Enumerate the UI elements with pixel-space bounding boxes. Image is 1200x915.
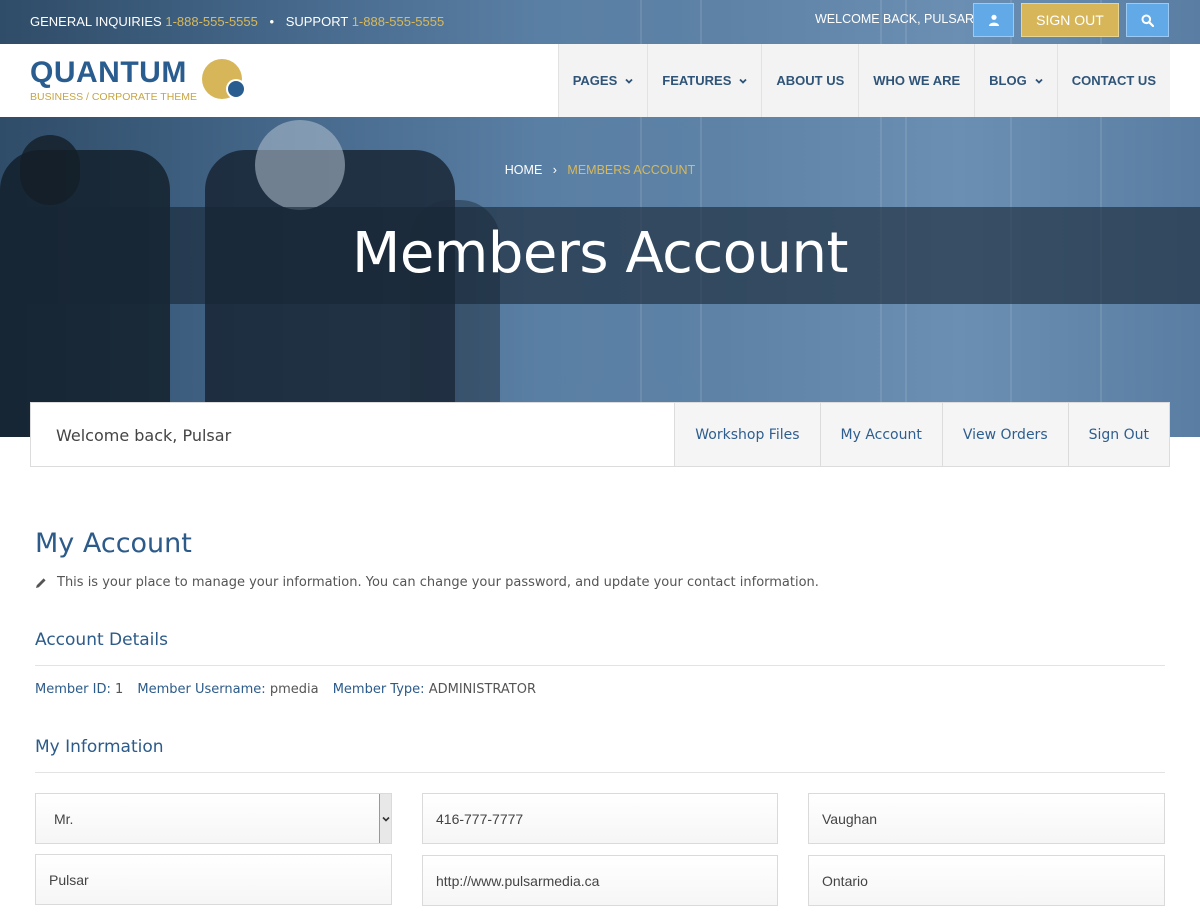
member-link-sign-out[interactable]: Sign Out — [1067, 403, 1169, 466]
chevron-down-icon — [1035, 78, 1043, 84]
breadcrumb-separator: › — [552, 163, 557, 177]
member-link-view-orders[interactable]: View Orders — [941, 403, 1068, 466]
page-title: My Account — [35, 528, 192, 559]
my-information-heading: My Information — [35, 737, 164, 757]
search-icon — [1141, 14, 1154, 27]
contact-info: GENERAL INQUIRIES 1-888-555-5555 • SUPPO… — [30, 14, 444, 29]
general-phone[interactable]: 1-888-555-5555 — [165, 14, 258, 29]
user-icon — [988, 14, 999, 26]
phone-field[interactable]: 416-777-7777 — [422, 793, 778, 844]
pencil-icon — [36, 577, 46, 588]
nav-item-blog[interactable]: BLOG — [974, 44, 1057, 117]
member-link-workshop-files[interactable]: Workshop Files — [674, 403, 820, 466]
member-id-label: Member ID: — [35, 682, 111, 697]
support-label: SUPPORT — [285, 14, 349, 29]
province-field[interactable]: Ontario — [808, 855, 1165, 906]
page-banner-title: Members Account — [352, 221, 848, 286]
banner-title-band: Members Account — [0, 207, 1200, 304]
breadcrumb-current: MEMBERS ACCOUNT — [567, 163, 696, 177]
chevron-down-icon — [625, 78, 633, 84]
member-link-my-account[interactable]: My Account — [819, 403, 942, 466]
account-details-heading: Account Details — [35, 630, 168, 650]
logo-tagline: BUSINESS / CORPORATE THEME — [30, 91, 198, 103]
member-type-label: Member Type: — [332, 682, 425, 697]
intro-text: This is your place to manage your inform… — [35, 575, 819, 590]
support-phone[interactable]: 1-888-555-5555 — [352, 14, 445, 29]
breadcrumb: HOME › MEMBERS ACCOUNT — [0, 163, 1200, 177]
search-button[interactable] — [1126, 3, 1169, 37]
chevron-down-icon — [379, 794, 391, 843]
first-name-field[interactable]: Pulsar — [35, 854, 392, 905]
divider — [35, 772, 1165, 773]
account-button[interactable] — [973, 3, 1014, 37]
account-details: Member ID: 1 Member Username: pmedia Mem… — [35, 682, 546, 697]
nav-item-contact-us[interactable]: CONTACT US — [1056, 44, 1170, 117]
city-field[interactable]: Vaughan — [808, 793, 1165, 844]
chevron-down-icon — [739, 78, 748, 84]
top-bar: GENERAL INQUIRIES 1-888-555-5555 • SUPPO… — [0, 0, 1200, 44]
nav-item-pages[interactable]: PAGES — [557, 44, 648, 117]
member-username-label: Member Username: — [137, 682, 266, 697]
member-username-value: pmedia — [269, 682, 319, 697]
member-welcome: Welcome back, Pulsar — [56, 426, 232, 445]
member-bar: Welcome back, Pulsar Workshop Files My A… — [30, 402, 1170, 467]
member-links: Workshop Files My Account View Orders Si… — [674, 403, 1169, 466]
site-header: QUANTUM BUSINESS / CORPORATE THEME PAGES… — [0, 44, 1200, 117]
website-field[interactable]: http://www.pulsarmedia.ca — [422, 855, 778, 906]
divider — [35, 665, 1165, 666]
member-id-value: 1 — [114, 682, 124, 697]
separator-dot: • — [269, 14, 275, 29]
logo[interactable]: QUANTUM BUSINESS / CORPORATE THEME — [30, 56, 197, 103]
signout-button[interactable]: SIGN OUT — [1021, 3, 1119, 37]
salutation-select[interactable]: Mr. — [35, 793, 392, 844]
nav-item-about-us[interactable]: ABOUT US — [761, 44, 859, 117]
welcome-message: WELCOME BACK, PULSAR — [815, 12, 975, 26]
nav-item-who-we-are[interactable]: WHO WE ARE — [858, 44, 975, 117]
nav-item-features[interactable]: FEATURES — [647, 44, 762, 117]
logo-name: QUANTUM — [30, 56, 187, 89]
main-nav: PAGES FEATURES ABOUT US WHO WE ARE BLOG … — [557, 44, 1170, 117]
breadcrumb-home[interactable]: HOME — [505, 163, 543, 177]
logo-mark-icon — [202, 59, 246, 99]
member-type-value: ADMINISTRATOR — [428, 682, 537, 697]
general-inquiries-label: GENERAL INQUIRIES — [30, 14, 162, 29]
